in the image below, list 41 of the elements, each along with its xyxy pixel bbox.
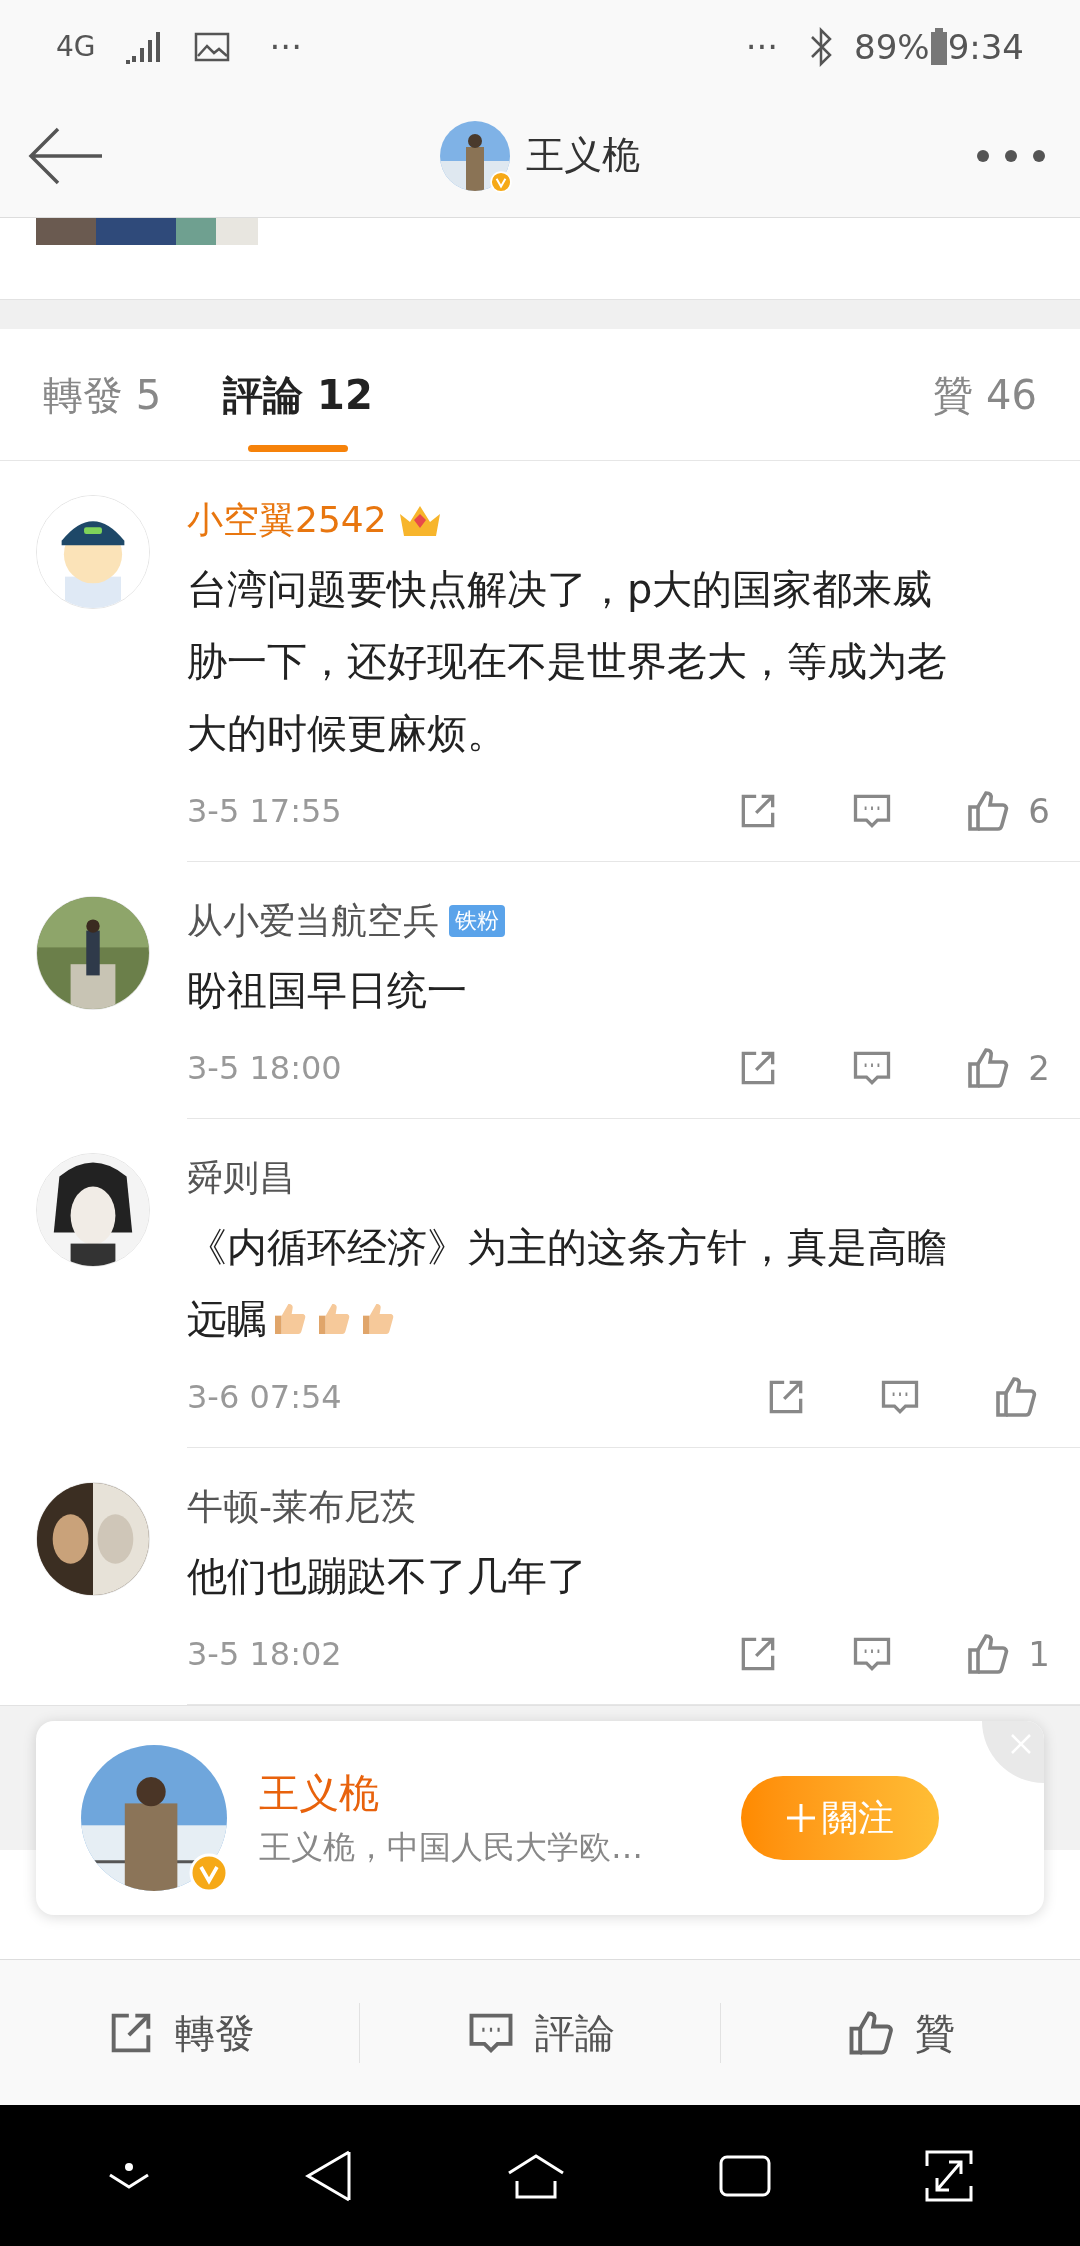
hide-keyboard-icon[interactable] — [107, 2160, 151, 2191]
comment-time: 3-5 18:00 — [187, 1048, 342, 1089]
username[interactable]: 牛顿-莱布尼茨 — [187, 1480, 416, 1534]
like-count: 1 — [1028, 1632, 1050, 1676]
username[interactable]: 从小爱当航空兵 — [187, 894, 439, 948]
more-status: ··· — [745, 25, 779, 69]
comment-text: 盼祖国早日统一 — [187, 966, 467, 1015]
comment-text: 大的时候更麻烦。 — [187, 709, 507, 758]
profile-name: 王义桅 — [526, 132, 640, 180]
battery-percent: 89% — [854, 25, 930, 69]
fan-badge: 铁粉 — [449, 905, 505, 937]
action-button[interactable]: 贊 — [845, 2002, 956, 2063]
back-icon[interactable] — [28, 126, 104, 185]
comment-text: 他们也蹦跶不了几年了 — [187, 1552, 587, 1601]
comment-text: 台湾问题要快点解决了，p大的国家都来威 — [187, 565, 933, 614]
comment-text: 胁一下，还好现在不是世界老大，等成为老 — [187, 637, 947, 686]
action-button[interactable]: 評論 — [465, 2002, 615, 2063]
tab[interactable]: 贊 46 — [933, 329, 1037, 460]
card-description: 王义桅，中国人民大学欧… — [259, 1831, 643, 1863]
home-icon[interactable] — [507, 2152, 565, 2199]
recent-apps-icon[interactable] — [719, 2154, 771, 2197]
like-count: 6 — [1028, 789, 1050, 833]
like-count: 2 — [1028, 1046, 1050, 1090]
image-icon — [193, 32, 230, 63]
expand-icon[interactable] — [925, 2149, 973, 2202]
back-icon[interactable] — [305, 2149, 353, 2202]
more-icon[interactable] — [976, 148, 1046, 163]
username[interactable]: 舜则昌 — [187, 1151, 295, 1205]
comment-time: 3-5 18:02 — [187, 1634, 342, 1675]
plus-icon — [786, 1803, 816, 1833]
more-notifications: ··· — [269, 25, 302, 69]
comment-time: 3-6 07:54 — [187, 1377, 342, 1418]
tab[interactable]: 評論 12 — [223, 329, 373, 460]
battery-icon — [929, 28, 948, 67]
action-button[interactable]: 轉發 — [104, 2002, 255, 2063]
clock: 9:34 — [947, 25, 1024, 69]
comment-text: 远瞩 — [187, 1295, 267, 1344]
network-label: 4G — [56, 29, 96, 66]
comment-time: 3-5 17:55 — [187, 791, 342, 832]
comment-text: 《内循环经济》为主的这条方针，真是高瞻 — [187, 1223, 947, 1272]
tab[interactable]: 轉發 5 — [43, 329, 162, 460]
